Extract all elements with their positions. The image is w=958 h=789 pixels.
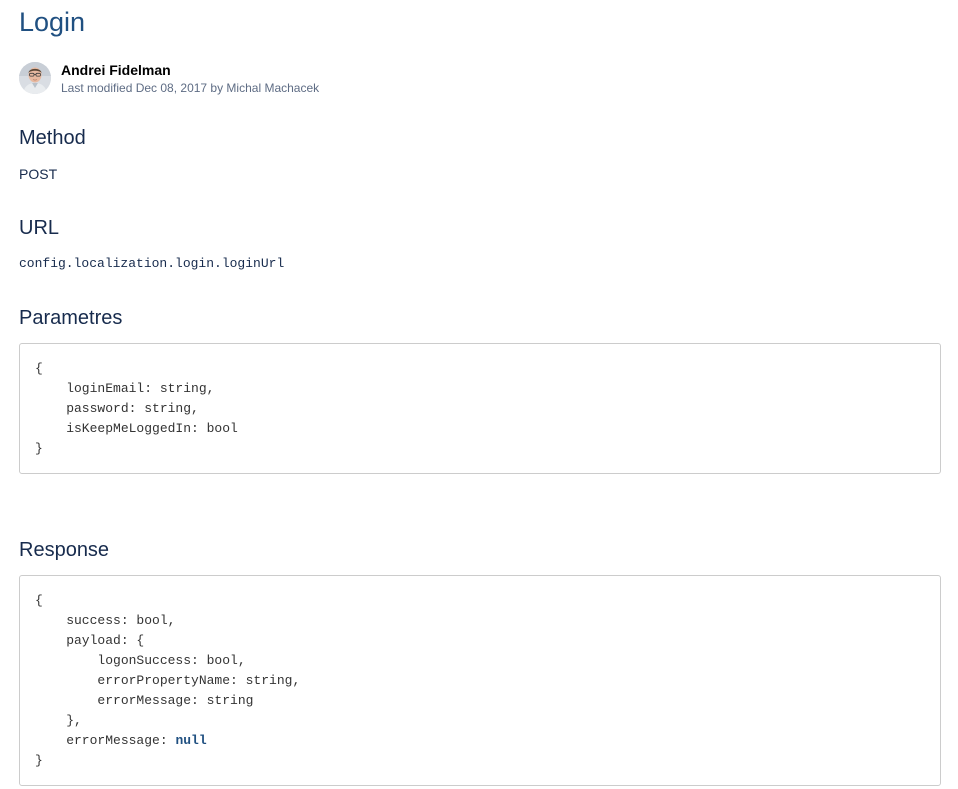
code-line: }: [35, 753, 43, 768]
author-avatar-icon[interactable]: [19, 62, 51, 94]
code-line: errorPropertyName: string,: [35, 673, 301, 688]
code-line: }: [35, 441, 43, 456]
response-code-lines: { success: bool, payload: { logonSuccess…: [35, 591, 300, 771]
parameters-code-block[interactable]: { loginEmail: string, password: string, …: [19, 343, 941, 474]
response-heading: Response: [19, 539, 110, 561]
method-heading: Method: [19, 127, 86, 149]
code-line: {: [35, 593, 43, 608]
url-heading: URL: [19, 217, 60, 239]
response-code-block[interactable]: { success: bool, payload: { logonSuccess…: [19, 575, 941, 786]
code-line: isKeepMeLoggedIn: bool: [35, 421, 238, 436]
code-line: loginEmail: string,: [35, 381, 215, 396]
parameters-heading: Parametres: [19, 307, 123, 329]
method-value: POST: [19, 166, 58, 182]
last-modified-text: Last modified Dec 08, 2017 by Michal Mac…: [61, 81, 320, 95]
code-line: logonSuccess: bool,: [35, 653, 246, 668]
url-value: config.localization.login.loginUrl: [19, 256, 285, 271]
page-title: Login: [19, 7, 86, 37]
code-line: success: bool,: [35, 613, 176, 628]
code-line-text: errorMessage:: [35, 733, 176, 748]
author-name-link[interactable]: Andrei Fidelman: [61, 62, 171, 79]
avatar-image: [19, 62, 51, 94]
page-byline: Andrei Fidelman Last modified Dec 08, 20…: [19, 61, 519, 95]
code-line: password: string,: [35, 401, 199, 416]
code-line: errorMessage: string: [35, 693, 254, 708]
code-line: },: [35, 713, 82, 728]
code-line-with-keyword: errorMessage: null: [35, 731, 300, 751]
parameters-code-lines: { loginEmail: string, password: string, …: [35, 359, 238, 459]
null-keyword: null: [175, 733, 207, 748]
code-line: {: [35, 361, 43, 376]
code-line: payload: {: [35, 633, 145, 648]
